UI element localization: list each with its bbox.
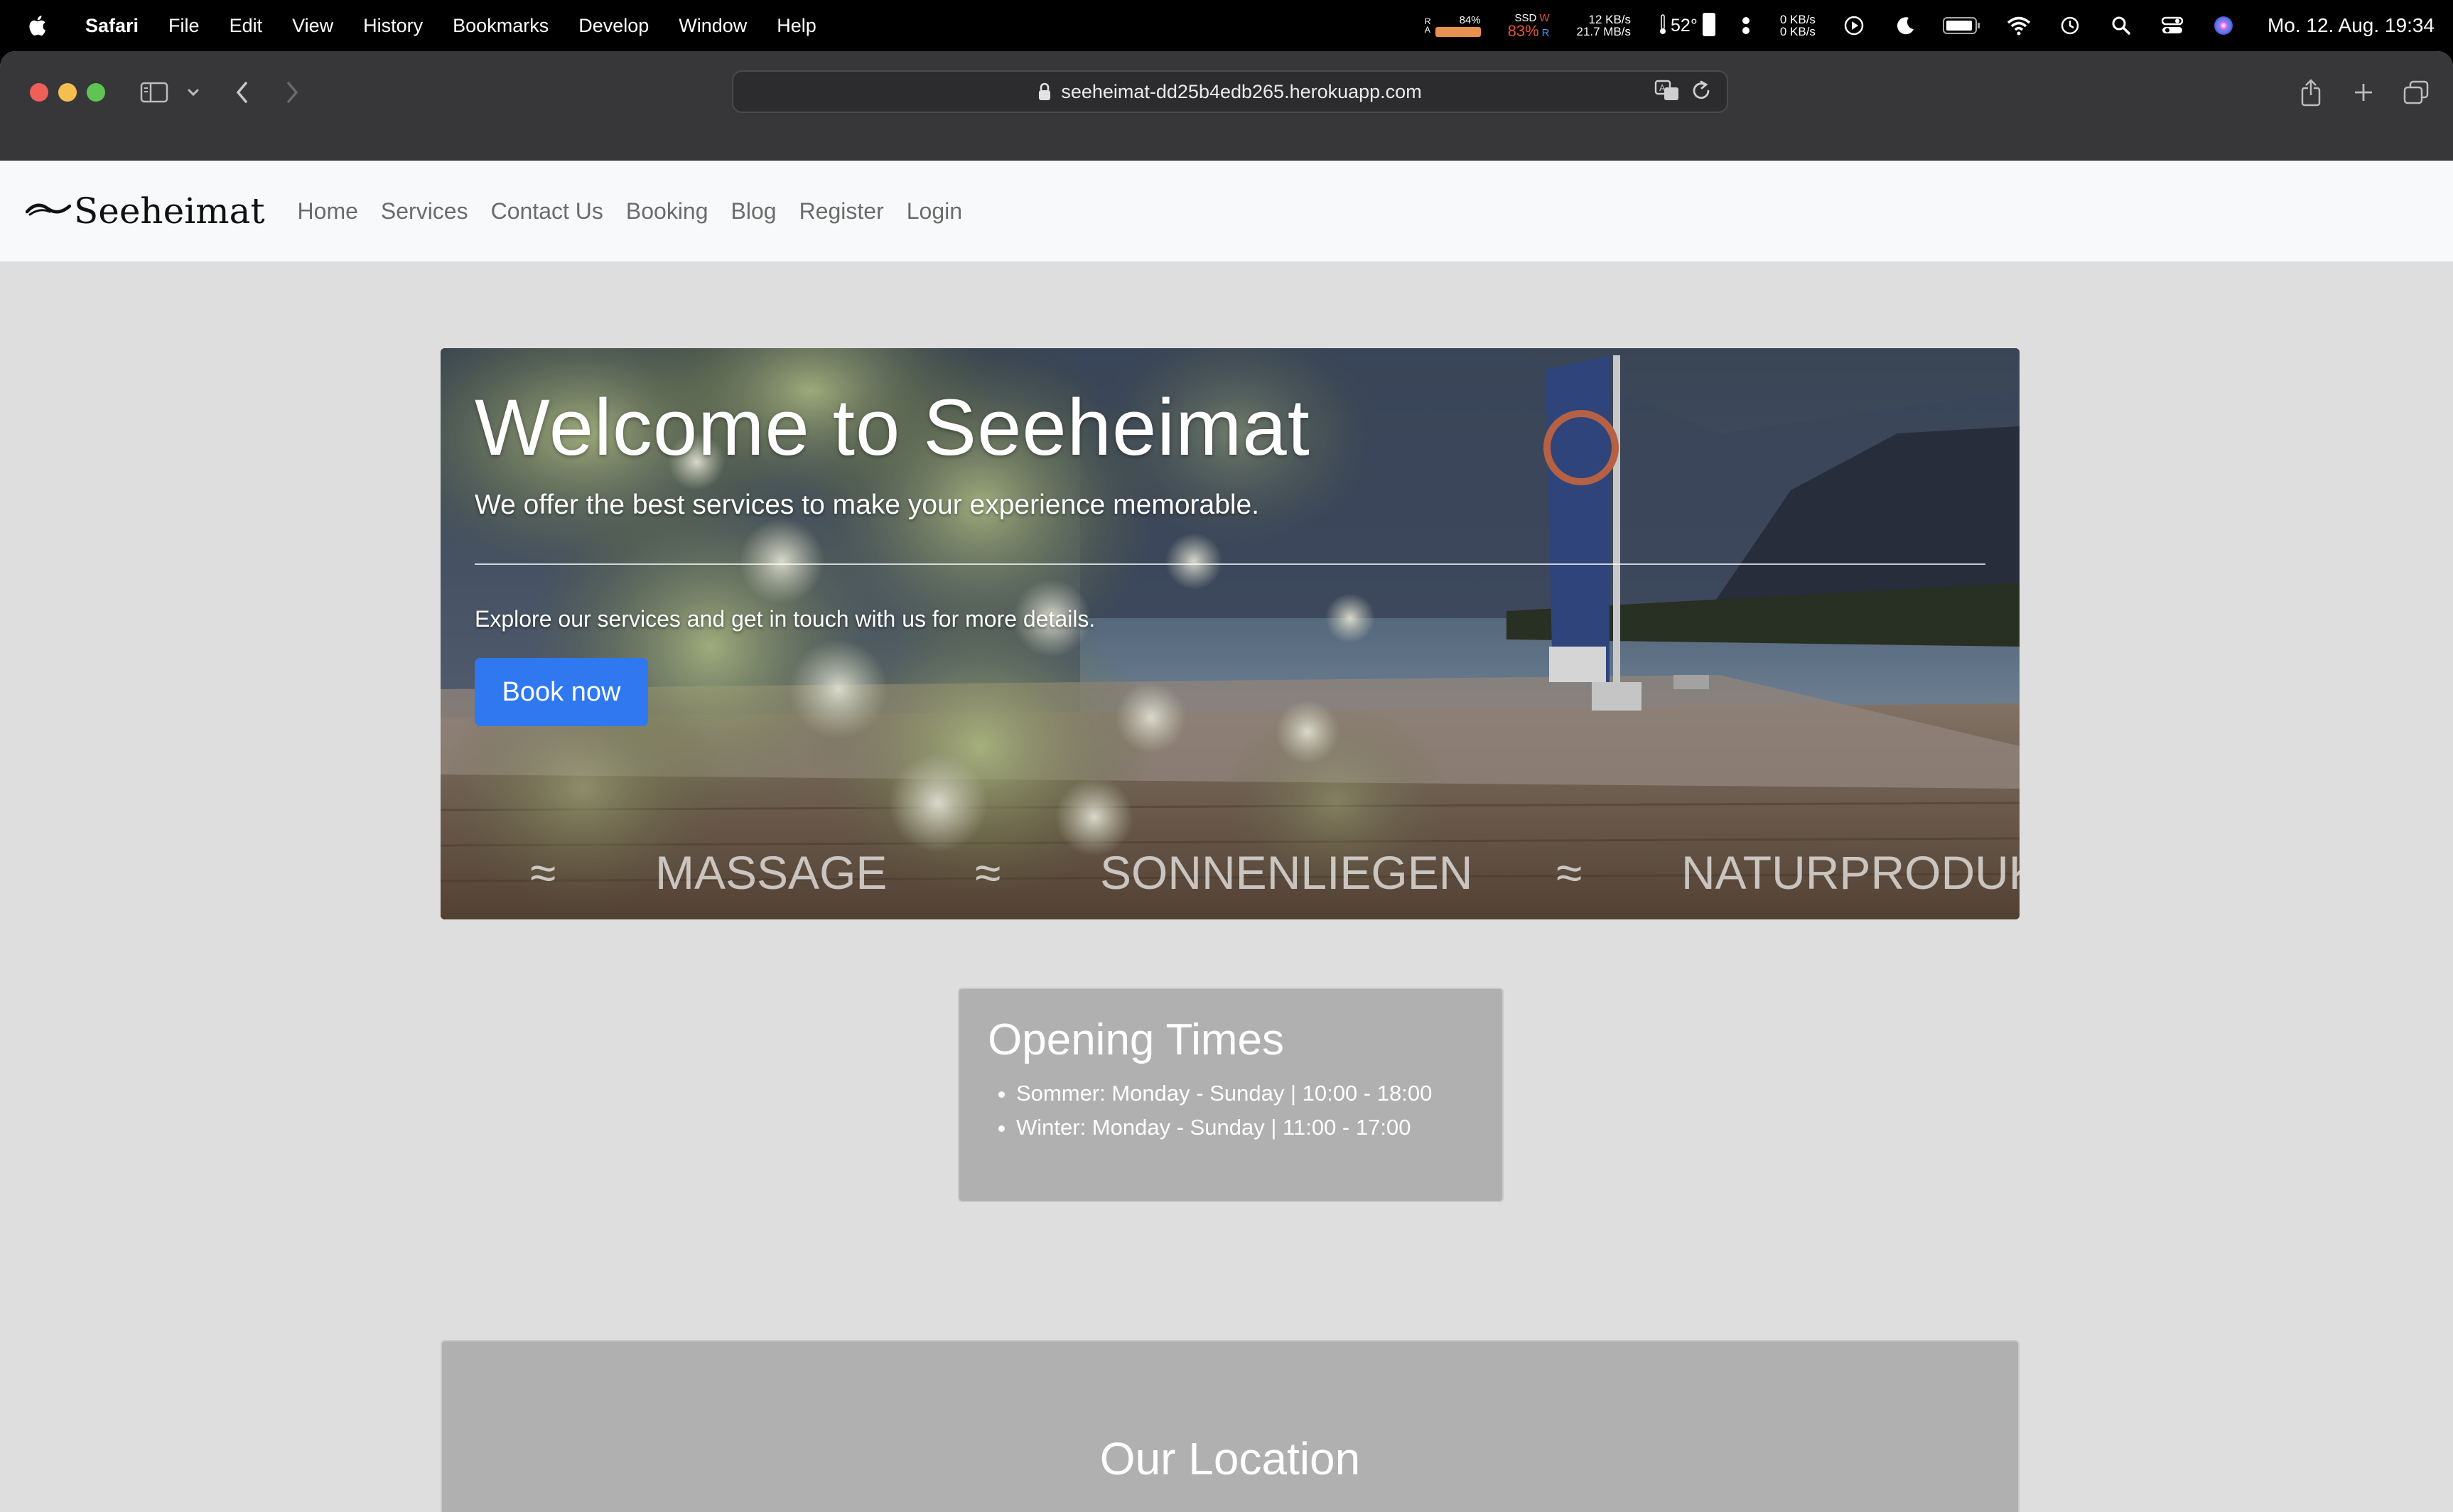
location-title: Our Location <box>1099 1433 1361 1484</box>
menu-view[interactable]: View <box>292 15 333 37</box>
hero-subtitle: We offer the best services to make your … <box>475 489 1260 520</box>
nav-contact-us[interactable]: Contact Us <box>491 198 603 225</box>
opening-times-summer: Sommer: Monday - Sunday | 10:00 - 18:00 <box>1016 1076 1474 1111</box>
ssd-w-label: W <box>1539 11 1550 24</box>
marquee-item-massage: MASSAGE <box>655 846 888 899</box>
ram-label: RA <box>1424 16 1431 35</box>
menu-bar: Safari File Edit View History Bookmarks … <box>0 0 2453 51</box>
brand-name: Seeheimat <box>74 190 265 232</box>
menu-help[interactable]: Help <box>777 15 816 37</box>
menu-edit[interactable]: Edit <box>230 15 263 37</box>
hero-text-block: Welcome to Seeheimat We offer the best s… <box>475 382 1985 632</box>
ram-monitor[interactable]: RA 84% <box>1425 15 1481 37</box>
more-icon[interactable] <box>1739 11 1753 40</box>
tab-overview-icon[interactable] <box>2402 75 2430 109</box>
share-icon[interactable] <box>2297 75 2325 109</box>
net-down: 0 KB/s <box>1779 25 1816 38</box>
marquee-wave-icon: ≈ <box>1556 846 1583 899</box>
temperature-value: 52° <box>1671 15 1698 36</box>
ssd-percent: 83% <box>1507 21 1539 40</box>
hero-divider <box>475 563 1985 565</box>
chevron-down-icon[interactable] <box>185 75 202 109</box>
address-bar[interactable]: seeheimat-dd25b4edb265.herokuapp.com A <box>732 70 1728 113</box>
ram-percent: 84% <box>1459 14 1481 26</box>
lock-icon <box>1038 82 1051 101</box>
battery-icon[interactable] <box>1942 11 1982 40</box>
thermometer-icon <box>1659 14 1666 38</box>
marquee-item-naturprodukte: NATURPRODUK <box>1681 846 2020 899</box>
services-marquee: ≈ MASSAGE ≈ SONNENLIEGEN ≈ NATURPRODUK <box>441 846 2020 909</box>
forward-icon[interactable] <box>281 75 303 109</box>
opening-times-title: Opening Times <box>988 1015 1284 1064</box>
moon-icon[interactable] <box>1891 11 1919 40</box>
new-tab-icon[interactable] <box>2349 75 2378 109</box>
ssd-monitor[interactable]: SSD W 83% R <box>1508 13 1550 39</box>
menubar-datetime[interactable]: Mo. 12. Aug. 19:34 <box>2268 14 2435 37</box>
hero-title: Welcome to Seeheimat <box>475 383 1310 472</box>
menu-window[interactable]: Window <box>679 15 747 37</box>
apple-menu-icon[interactable] <box>28 14 50 38</box>
translate-icon[interactable]: A <box>1654 79 1681 108</box>
url-text[interactable]: seeheimat-dd25b4edb265.herokuapp.com <box>1061 81 1421 103</box>
menu-bookmarks[interactable]: Bookmarks <box>453 15 549 37</box>
menubar-status-area: RA 84% SSD W 83% R 12 KB/s 21.7 MB/s 52° <box>1425 0 2435 51</box>
menu-file[interactable]: File <box>168 15 200 37</box>
disk-read: 21.7 MB/s <box>1576 25 1632 38</box>
hero-banner: Welcome to Seeheimat We offer the best s… <box>441 348 2020 919</box>
siri-icon[interactable] <box>2209 11 2238 40</box>
net-up: 0 KB/s <box>1779 13 1816 26</box>
play-icon[interactable] <box>1840 11 1868 40</box>
reload-icon[interactable] <box>1691 79 1713 108</box>
browser-toolbar: seeheimat-dd25b4edb265.herokuapp.com A <box>0 51 2453 161</box>
battery-small-icon <box>1702 11 1716 40</box>
opening-times-list: Sommer: Monday - Sunday | 10:00 - 18:00 … <box>1016 1076 1474 1145</box>
menu-app-name[interactable]: Safari <box>85 15 139 37</box>
nav-register[interactable]: Register <box>799 198 884 225</box>
hero-description: Explore our services and get in touch wi… <box>475 605 1096 632</box>
wave-logo-icon <box>25 198 72 225</box>
temperature[interactable]: 52° <box>1659 11 1716 40</box>
svg-text:A: A <box>1659 83 1666 93</box>
nav-home[interactable]: Home <box>298 198 358 225</box>
network-throughput[interactable]: 0 KB/s 0 KB/s <box>1780 14 1816 38</box>
marquee-wave-icon: ≈ <box>975 846 1001 899</box>
zoom-window-button[interactable] <box>87 83 105 102</box>
safari-window: seeheimat-dd25b4edb265.herokuapp.com A S… <box>0 51 2453 1512</box>
opening-times-winter: Winter: Monday - Sunday | 11:00 - 17:00 <box>1016 1111 1474 1145</box>
site-navbar: Seeheimat Home Services Contact Us Booki… <box>0 161 2453 261</box>
menu-history[interactable]: History <box>363 15 423 37</box>
location-card: Our Location <box>441 1340 2020 1512</box>
nav-booking[interactable]: Booking <box>626 198 708 225</box>
opening-times-card: Opening Times Sommer: Monday - Sunday | … <box>958 988 1504 1202</box>
minimize-window-button[interactable] <box>58 83 77 102</box>
close-window-button[interactable] <box>30 83 48 102</box>
brand-logo[interactable]: Seeheimat <box>25 190 265 232</box>
control-center-icon[interactable] <box>2158 11 2187 40</box>
disk-write: 12 KB/s <box>1588 13 1632 26</box>
disk-throughput[interactable]: 12 KB/s 21.7 MB/s <box>1576 14 1631 38</box>
nav-blog[interactable]: Blog <box>731 198 777 225</box>
back-icon[interactable] <box>232 75 253 109</box>
marquee-wave-icon: ≈ <box>530 846 556 899</box>
time-machine-icon[interactable] <box>2056 11 2084 40</box>
ssd-r-label: R <box>1541 26 1550 39</box>
nav-login[interactable]: Login <box>907 198 962 225</box>
menu-develop[interactable]: Develop <box>578 15 649 37</box>
spotlight-search-icon[interactable] <box>2107 11 2135 40</box>
book-now-button[interactable]: Book now <box>475 658 648 726</box>
page-content: Welcome to Seeheimat We offer the best s… <box>0 261 2453 1512</box>
marquee-item-sonnenliegen: SONNENLIEGEN <box>1100 846 1473 899</box>
wifi-icon[interactable] <box>2005 11 2033 40</box>
nav-services[interactable]: Services <box>381 198 468 225</box>
ram-bar <box>1435 26 1481 37</box>
sidebar-toggle-icon[interactable] <box>139 75 169 109</box>
